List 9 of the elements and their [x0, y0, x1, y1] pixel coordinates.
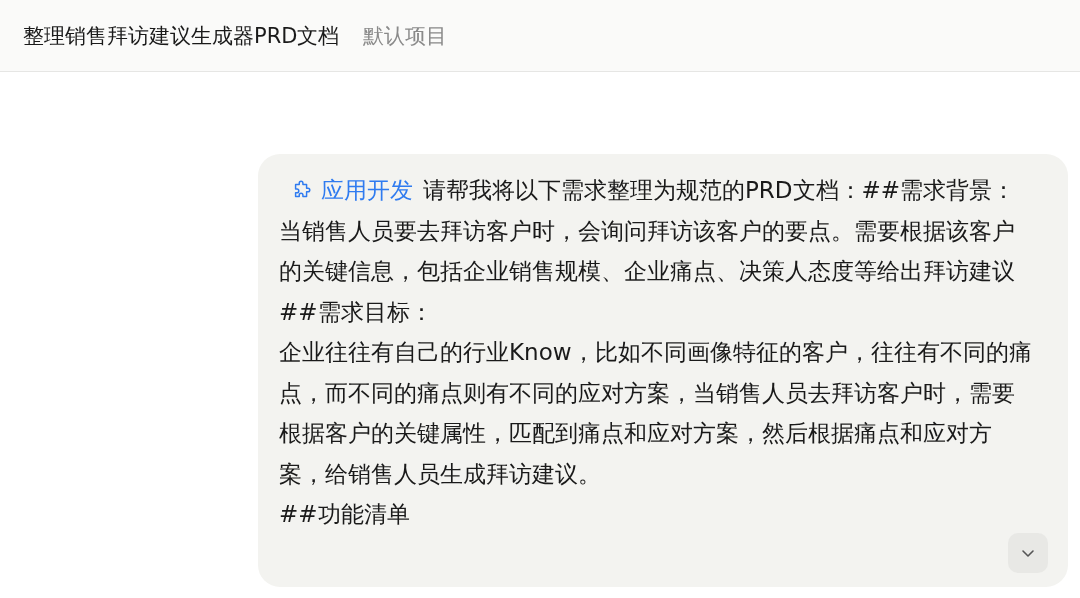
message-text: 当销售人员要去拜访客户时，会询问拜访该客户的要点。需要根据该客户的关键信息，包括企业销售规模、企业痛点、决策人态度等给出拜访建议	[279, 216, 1016, 286]
chat-title: 整理销售拜访建议生成器PRD文档	[23, 22, 340, 50]
message-text: 请帮我将以下需求整理为规范的PRD文档：##需求背景：	[423, 176, 1016, 205]
message-text: 企业往往有自己的行业Know，比如不同画像特征的客户，往往有不同的痛点，而不同的痛点则有不同的应对方案，当销售人员去拜访客户时，需要根据客户的关键属性，匹配到痛点和应对方案，然后根据痛点和应对方案，给销售人员生成拜访建议。	[279, 338, 1033, 489]
message-text: ##功能清单	[279, 500, 411, 529]
scroll-down-button[interactable]	[1008, 533, 1048, 573]
app-tag[interactable]: 应用开发	[279, 170, 413, 211]
project-name: 默认项目	[363, 22, 448, 50]
message-text: ##需求目标：	[279, 297, 434, 327]
